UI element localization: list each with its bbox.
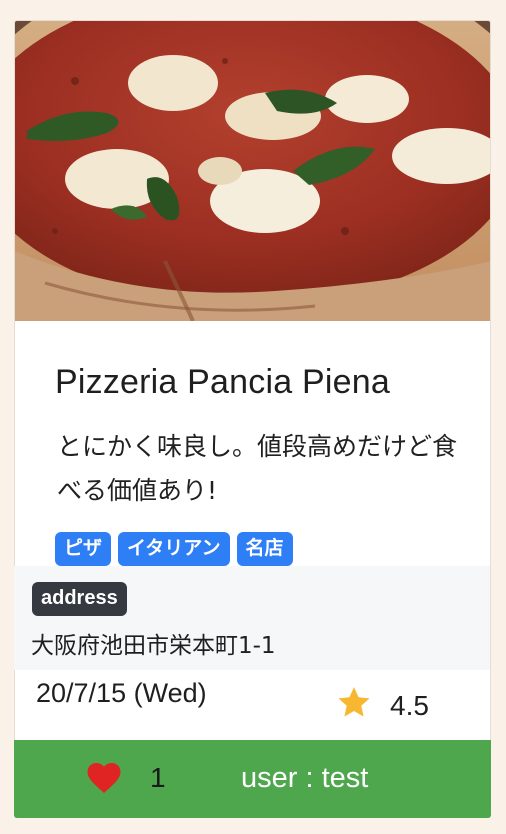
heart-icon[interactable] bbox=[86, 762, 122, 799]
post-date: 20/7/15 (Wed) bbox=[36, 678, 207, 708]
rating-value: 4.5 bbox=[390, 689, 429, 721]
pizza-image bbox=[15, 21, 490, 321]
tag-pizza[interactable]: ピザ bbox=[55, 532, 112, 566]
rating: 4.5 bbox=[336, 686, 429, 725]
address-section: address 大阪府池田市栄本町1-1 bbox=[14, 566, 490, 670]
card-footer: 1 user : test bbox=[14, 740, 491, 818]
tag-list: ピザ イタリアン 名店 bbox=[55, 532, 293, 566]
tag-famous[interactable]: 名店 bbox=[236, 532, 293, 566]
address-badge: address bbox=[32, 582, 127, 616]
star-icon bbox=[336, 686, 372, 725]
shop-title[interactable]: Pizzeria Pancia Piena bbox=[55, 363, 390, 402]
shop-photo bbox=[15, 21, 490, 321]
posted-by-user[interactable]: user : test bbox=[241, 762, 368, 795]
tag-italian[interactable]: イタリアン bbox=[118, 532, 230, 566]
shop-description: とにかく味良し。値段高めだけど食べる価値あり! bbox=[57, 432, 458, 505]
like-count: 1 bbox=[150, 762, 166, 793]
address-text: 大阪府池田市栄本町1-1 bbox=[31, 633, 276, 659]
